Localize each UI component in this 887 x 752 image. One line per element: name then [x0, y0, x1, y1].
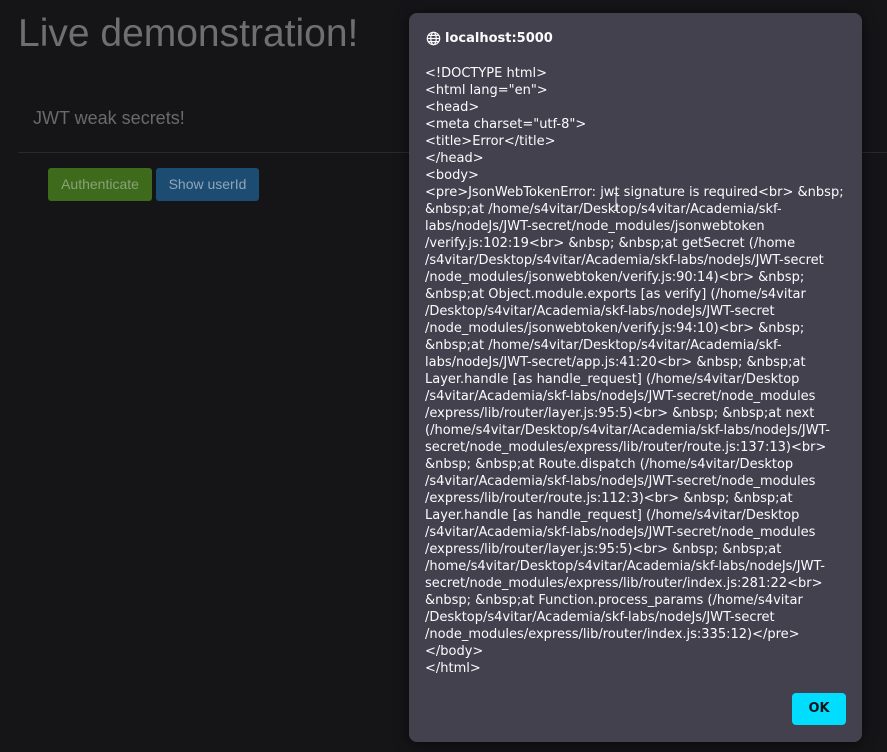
- dialog-message: <!DOCTYPE html> <html lang="en"> <head> …: [425, 66, 844, 676]
- dialog-origin: localhost:5000: [445, 30, 553, 46]
- panel-title: JWT weak secrets!: [33, 108, 185, 128]
- authenticate-button[interactable]: Authenticate: [48, 168, 152, 201]
- alert-dialog: localhost:5000 <!DOCTYPE html> <html lan…: [409, 13, 862, 742]
- page-title: Live demonstration!: [18, 12, 359, 55]
- dialog-header: localhost:5000: [426, 29, 553, 47]
- ok-button[interactable]: OK: [792, 693, 846, 725]
- show-userid-button[interactable]: Show userId: [156, 168, 259, 201]
- text-cursor-icon: [614, 193, 618, 211]
- globe-icon: [426, 31, 441, 46]
